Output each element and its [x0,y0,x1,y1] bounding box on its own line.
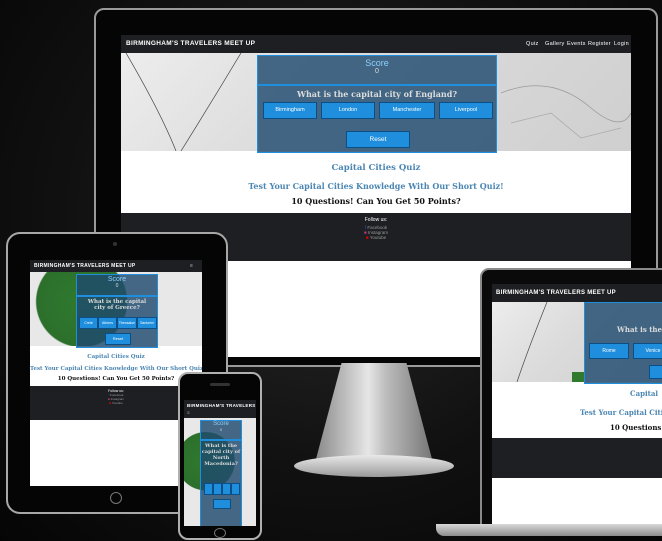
tablet-question-text: What is the capital city of Greece? [87,299,147,311]
phone-score-box: Score 0 [200,420,242,440]
tablet-footer-youtube[interactable]: ■ Youtube [30,401,202,405]
laptop: BIRMINGHAM'S TRAVELERS MEET UP What is t… [480,268,662,530]
quiz-title: Capital Cities Quiz [331,163,421,173]
phone-question-box: What is the capital city of North Macedo… [200,440,242,526]
answer-button-2[interactable]: London [321,102,375,119]
nav-quiz[interactable]: Quiz [526,35,539,53]
phone-brand-title[interactable]: BIRMINGHAM'S TRAVELERS [187,401,256,410]
phone-score-value: 0 [219,427,223,432]
tablet-menu-icon[interactable]: ≡ [190,260,193,272]
answer-button-1[interactable]: Birmingham [263,102,317,119]
nav-login[interactable]: Login [614,35,629,53]
tablet-question-box: What is the capital city of Greece? Cret… [76,296,158,348]
laptop-footer [492,438,662,478]
tablet-score-value: 0 [115,283,119,289]
tablet-answer-3[interactable]: Thessalon [117,317,137,329]
tablet-answer-1[interactable]: Crete [79,317,98,329]
phone-answer-3[interactable] [222,483,231,495]
phone-home-button[interactable] [214,528,226,538]
laptop-navbar: BIRMINGHAM'S TRAVELERS MEET UP [492,284,662,302]
nav-gallery[interactable]: Gallery [545,35,565,53]
phone-answer-1[interactable] [204,483,213,495]
answer-button-3[interactable]: Manchester [379,102,435,119]
tablet-score-box: Score 0 [76,274,158,296]
tablet-answer-2[interactable]: Athens [98,317,117,329]
nav-events[interactable]: Events [567,35,586,53]
laptop-answer-2[interactable]: Venice [633,343,662,359]
phone-navbar: BIRMINGHAM'S TRAVELERS ≡ [184,400,256,418]
desktop-navbar: BIRMINGHAM'S TRAVELERS MEET UP Quiz Gall… [121,35,631,53]
quiz-tagline: Test Your Capital Cities Knowledge With … [248,181,504,191]
monitor-base [294,455,454,477]
score-value: 0 [375,68,379,75]
phone: BIRMINGHAM'S TRAVELERS ≡ Score 0 What is… [178,372,262,540]
tablet-points: 10 Questions! Can You Get 50 Points? [57,376,175,382]
tablet-brand-title[interactable]: BIRMINGHAM'S TRAVELERS MEET UP [34,260,136,272]
score-box: Score 0 [257,55,497,85]
phone-reset-button[interactable] [213,499,231,509]
monitor-stand [316,363,432,459]
answer-button-4[interactable]: Liverpool [439,102,493,119]
question-box: What is the capital city of England? Bir… [257,85,497,153]
score-label: Score [365,58,389,68]
laptop-quiz-title: Capital [630,389,659,398]
tablet-youtube-label: Youtube [111,401,123,405]
phone-speaker [210,383,230,386]
tablet-youtube-icon: ■ [109,401,112,405]
nav-register[interactable]: Register [588,35,611,53]
tablet-score-label: Score [107,276,127,283]
tablet-answer-4[interactable]: Santorini [137,317,157,329]
footer-heading: Follow us: [364,217,388,223]
phone-menu-icon[interactable]: ≡ [187,408,190,417]
laptop-tagline: Test Your Capital Cities K [580,408,662,417]
tablet-home-button[interactable] [110,492,122,504]
laptop-question-text: What is the c [617,325,662,334]
tablet-camera [113,242,117,246]
phone-answer-2[interactable] [213,483,222,495]
laptop-answer-1[interactable]: Rome [589,343,629,359]
tablet-tagline: Test Your Capital Cities Knowledge With … [30,366,202,372]
laptop-screen: BIRMINGHAM'S TRAVELERS MEET UP What is t… [492,284,662,526]
laptop-question-box: What is the c Rome Venice [584,302,662,384]
laptop-reset-button[interactable] [649,365,662,379]
reset-button[interactable]: Reset [346,131,410,148]
youtube-label: Youtube [369,235,387,240]
laptop-hero-green [572,372,584,382]
tablet-quiz-title: Capital Cities Quiz [87,354,145,360]
laptop-brand-title[interactable]: BIRMINGHAM'S TRAVELERS MEET UP [496,284,616,302]
phone-screen: BIRMINGHAM'S TRAVELERS ≡ Score 0 What is… [184,400,256,526]
tablet-reset-button[interactable]: Reset [105,333,131,345]
brand-title[interactable]: BIRMINGHAM'S TRAVELERS MEET UP [126,35,255,53]
question-text: What is the capital city of England? [297,89,457,99]
laptop-base [436,524,662,536]
tablet-navbar: BIRMINGHAM'S TRAVELERS MEET UP ≡ [30,260,202,272]
phone-answer-4[interactable] [231,483,240,495]
quiz-points: 10 Questions! Can You Get 50 Points? [291,196,461,206]
laptop-points: 10 Questions! Ca [610,423,662,432]
tablet-footer: Follow us: f Facebook ■ Instagram ■ Yout… [30,386,202,420]
youtube-icon: ■ [365,235,369,240]
phone-question-text: What is the capital city of North Macedo… [201,443,241,467]
tablet-screen: BIRMINGHAM'S TRAVELERS MEET UP ≡ Score 0… [30,260,202,486]
